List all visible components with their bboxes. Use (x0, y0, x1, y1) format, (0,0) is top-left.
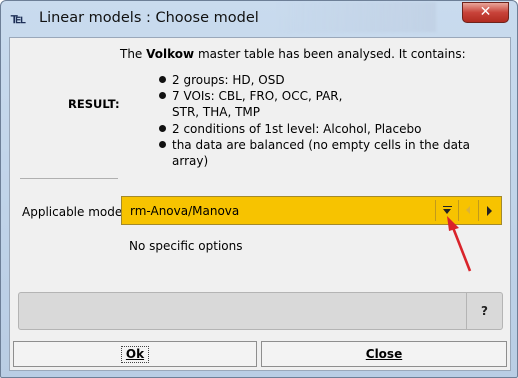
result-item: 7 VOIs: CBL, FRO, OCC, PAR, STR, THA, TM… (158, 88, 348, 120)
close-button[interactable]: Close (261, 341, 507, 367)
table-name: Volkow (146, 47, 195, 61)
dialog-body: The Volkow master table has been analyse… (9, 37, 511, 371)
help-button[interactable]: ? (466, 293, 502, 329)
result-label: RESULT: (68, 97, 120, 111)
divider (20, 178, 118, 179)
pointer-arrow-icon (447, 216, 472, 272)
background-blur (276, 2, 436, 32)
close-label: Close (365, 347, 403, 361)
intro-suffix: master table has been analysed. It conta… (194, 47, 466, 61)
pmod-logo-icon: ℡ (11, 11, 27, 27)
model-options-text: No specific options (129, 239, 243, 253)
result-item: tha data are balanced (no empty cells in… (158, 137, 498, 169)
next-model-icon[interactable] (481, 200, 499, 221)
intro-prefix: The (120, 47, 147, 61)
ok-button[interactable]: Ok (13, 341, 257, 367)
ok-label: Ok (120, 346, 150, 363)
result-item: 2 groups: HD, OSD (158, 72, 498, 88)
selected-model: rm-Anova/Manova (130, 204, 240, 218)
result-item: 2 conditions of 1st level: Alcohol, Plac… (158, 121, 498, 137)
analysis-intro: The Volkow master table has been analyse… (120, 47, 466, 61)
result-list: 2 groups: HD, OSD 7 VOIs: CBL, FRO, OCC,… (158, 72, 498, 169)
close-window-button[interactable]: ✕ (462, 2, 509, 23)
dialog-window: ℡ Linear models : Choose model ✕ The Vol… (0, 0, 518, 378)
title-bar: ℡ Linear models : Choose model ✕ (1, 1, 517, 37)
status-panel: ? (18, 292, 503, 330)
window-title: Linear models : Choose model (39, 10, 259, 26)
applicable-model-label: Applicable model (22, 205, 126, 219)
